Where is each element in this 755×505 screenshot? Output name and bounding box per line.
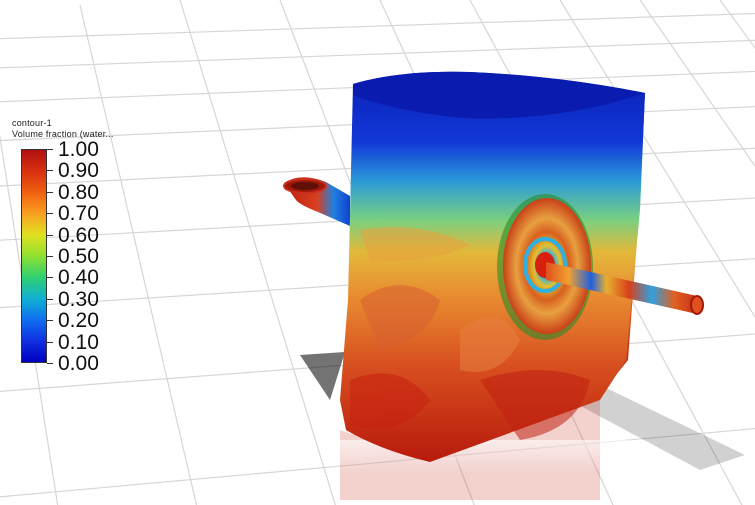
colorbar-tick-mark xyxy=(47,234,53,236)
colorbar-tick-label: 0.40 xyxy=(58,266,99,290)
colorbar-tick-mark xyxy=(47,149,53,150)
colorbar-tick-label: 0.20 xyxy=(58,309,99,333)
colorbar-tick-label: 0.60 xyxy=(58,223,99,247)
colorbar-tick-label: 0.50 xyxy=(58,245,99,268)
colorbar-tick-mark xyxy=(47,320,53,322)
colorbar-tick-mark xyxy=(47,277,53,279)
colorbar-tick-mark xyxy=(47,191,53,193)
inlet-pipe xyxy=(283,177,350,226)
tank-shadow xyxy=(300,352,345,400)
colorbar-tick-label: 0.10 xyxy=(58,330,99,354)
colorbar-tick-mark xyxy=(47,213,53,215)
colorbar-tick-mark xyxy=(47,298,53,300)
colorbar-legend: contour-1 Volume fraction (water... 1.00… xyxy=(12,118,152,378)
colorbar-tick-label: 0.80 xyxy=(58,180,99,204)
colorbar-tick-label: 1.00 xyxy=(58,138,99,161)
colorbar-tick-mark xyxy=(47,363,53,364)
colorbar-tick-label: 0.00 xyxy=(58,352,99,375)
colorbar-tick-label: 0.70 xyxy=(58,202,99,226)
colorbar xyxy=(21,149,47,363)
outlet-fitting xyxy=(497,194,593,340)
colorbar-tick-mark xyxy=(47,170,53,172)
colorbar-tick-label: 0.30 xyxy=(58,287,99,311)
colorbar-tick-label: 0.90 xyxy=(58,159,99,183)
legend-contour-name: contour-1 xyxy=(12,118,52,128)
colorbar-tick-mark xyxy=(47,256,53,257)
colorbar-tick-mark xyxy=(47,341,53,343)
